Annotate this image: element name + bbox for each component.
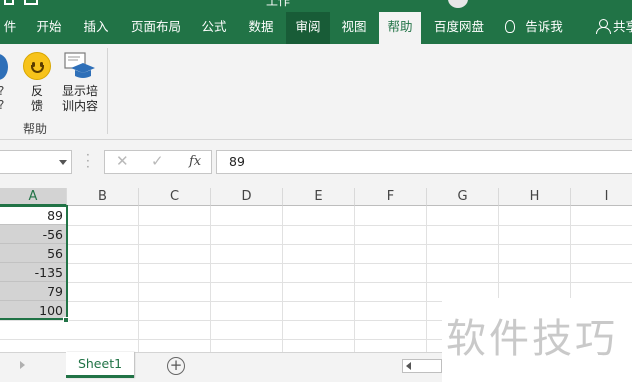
share-button[interactable]: 共享 — [596, 12, 632, 44]
scroll-left-icon[interactable] — [406, 362, 411, 370]
help-label-line2: ? — [0, 98, 4, 112]
tab-data[interactable]: 数据 — [241, 12, 281, 44]
add-sheet-icon[interactable]: + — [167, 357, 185, 375]
column-header-c[interactable]: C — [139, 188, 211, 206]
tab-help[interactable]: 帮助 — [379, 12, 421, 44]
gridline — [426, 206, 427, 352]
column-header-d[interactable]: D — [211, 188, 283, 206]
lightbulb-icon — [505, 20, 516, 33]
group-label-help: 帮助 — [23, 122, 48, 136]
tab-tell-me[interactable]: 告诉我 — [498, 12, 570, 44]
insert-function-icon[interactable]: fx — [189, 154, 201, 169]
tab-page-layout[interactable]: 页面布局 — [125, 12, 187, 44]
cancel-icon[interactable]: ✕ — [116, 152, 129, 170]
column-header-e[interactable]: E — [283, 188, 355, 206]
column-header-a[interactable]: A — [0, 188, 67, 206]
ribbon-tabs: 件 开始 插入 页面布局 公式 数据 审阅 视图 帮助 百度网盘 告诉我 共享 — [0, 12, 632, 44]
tab-home[interactable]: 开始 — [29, 12, 69, 44]
gridline — [0, 225, 632, 226]
fill-handle[interactable] — [63, 317, 69, 323]
group-separator — [107, 48, 108, 134]
horizontal-scrollbar[interactable] — [402, 359, 442, 373]
column-header-g[interactable]: G — [427, 188, 499, 206]
gridline — [354, 206, 355, 352]
person-add-icon — [596, 19, 611, 34]
column-header-i[interactable]: I — [571, 188, 632, 206]
gridline — [0, 282, 632, 283]
tell-me-label: 告诉我 — [525, 19, 563, 34]
ribbon-panel: ? ? 反 馈 显示培 训内容 帮助 — [0, 44, 632, 140]
user-avatar-icon[interactable] — [448, 0, 468, 8]
training-cap-icon[interactable] — [64, 52, 96, 80]
selection-border — [0, 205, 68, 320]
feedback-button-label[interactable]: 反 馈 — [26, 84, 48, 114]
gridline — [210, 206, 211, 352]
formula-input[interactable]: 89 — [216, 150, 632, 174]
gridline — [0, 263, 632, 264]
formula-buttons: ✕ ✓ fx — [104, 150, 212, 174]
share-label: 共享 — [613, 19, 632, 34]
help-label-line1: ? — [0, 84, 4, 98]
chevron-down-icon[interactable] — [59, 160, 67, 165]
tab-review[interactable]: 审阅 — [286, 12, 330, 44]
formula-bar: · · · ✕ ✓ fx 89 — [0, 140, 632, 188]
column-header-f[interactable]: F — [355, 188, 427, 206]
smiley-mouth — [31, 65, 44, 73]
gridline — [282, 206, 283, 352]
sheet-tab-sheet1[interactable]: Sheet1 — [66, 352, 134, 378]
column-header-b[interactable]: B — [67, 188, 139, 206]
save-icon[interactable] — [4, 0, 14, 5]
column-header-h[interactable]: H — [499, 188, 571, 206]
tab-file[interactable]: 件 — [0, 12, 22, 44]
drag-handle-icon[interactable]: · · · — [86, 149, 90, 173]
window-title: 工作 — [266, 0, 291, 8]
tab-formulas[interactable]: 公式 — [194, 12, 234, 44]
watermark-text: 软件技巧 — [446, 316, 618, 362]
help-button-label: ? ? — [0, 84, 4, 112]
sheet-nav-right-icon[interactable] — [20, 361, 25, 369]
help-icon[interactable] — [0, 54, 8, 80]
enter-icon[interactable]: ✓ — [151, 152, 164, 170]
tab-insert[interactable]: 插入 — [76, 12, 116, 44]
training-button-label[interactable]: 显示培 训内容 — [58, 84, 102, 114]
gridline — [0, 244, 632, 245]
undo-icon[interactable] — [24, 0, 38, 5]
title-bar: 工作 — [0, 0, 632, 12]
gridline — [138, 206, 139, 352]
tab-baidu-netdisk[interactable]: 百度网盘 — [428, 12, 490, 44]
feedback-smiley-icon[interactable] — [23, 52, 51, 80]
name-box[interactable] — [0, 150, 72, 174]
tab-view[interactable]: 视图 — [334, 12, 374, 44]
